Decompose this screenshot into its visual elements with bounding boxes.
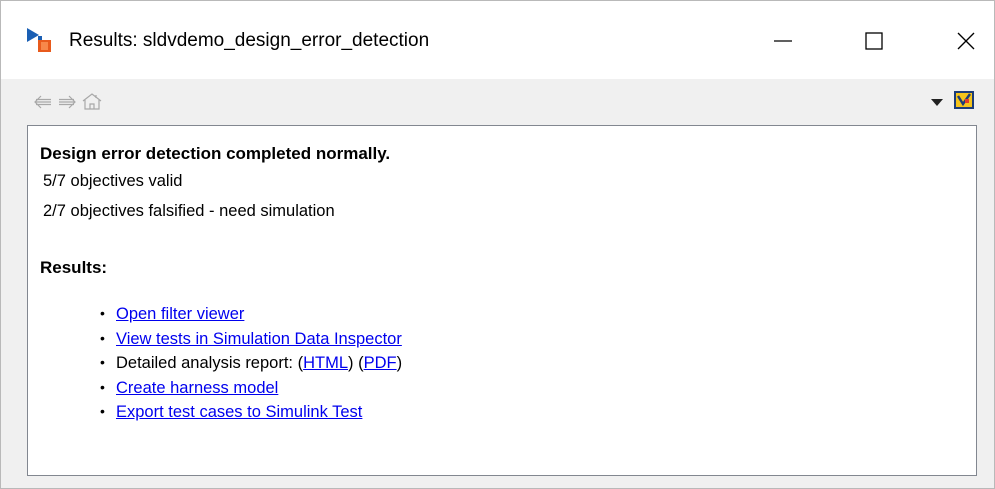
results-window: Results: sldvdemo_design_error_detection	[0, 0, 995, 489]
open-filter-viewer-link[interactable]: Open filter viewer	[116, 305, 244, 323]
bullet: •	[100, 305, 105, 321]
maximize-icon	[865, 32, 883, 50]
report-label: Detailed analysis report: (	[116, 354, 304, 372]
forward-arrow-icon[interactable]	[57, 94, 77, 110]
dropdown-triangle-icon[interactable]	[931, 99, 943, 107]
toolbar	[1, 79, 994, 125]
list-item: • Export test cases to Simulink Test	[100, 400, 402, 425]
results-heading: Results:	[40, 258, 108, 277]
summary-heading: Design error detection completed normall…	[40, 144, 391, 163]
bullet: •	[100, 354, 105, 370]
summary-line-valid: 5/7 objectives valid	[43, 172, 183, 190]
back-arrow-icon[interactable]	[33, 94, 53, 110]
close-icon	[957, 32, 975, 50]
title-bar[interactable]: Results: sldvdemo_design_error_detection	[1, 1, 994, 79]
list-item: • View tests in Simulation Data Inspector	[100, 327, 402, 352]
create-harness-model-link[interactable]: Create harness model	[116, 379, 278, 397]
bullet: •	[100, 378, 105, 395]
bullet: •	[100, 403, 105, 419]
design-verifier-icon[interactable]	[953, 90, 975, 110]
html-report-link[interactable]: HTML	[303, 354, 348, 372]
pdf-report-link[interactable]: PDF	[364, 354, 397, 372]
results-list: • Open filter viewer • View tests in Simul…	[100, 302, 402, 425]
summary-line-falsified: 2/7 objectives falsified - need simulati…	[43, 202, 335, 220]
minimize-icon	[774, 40, 792, 42]
bullet: •	[100, 329, 105, 346]
export-test-cases-link[interactable]: Export test cases to Simulink Test	[116, 403, 362, 421]
list-item: • Detailed analysis report: (HTML) (PDF)	[100, 351, 402, 376]
simulink-app-icon	[27, 28, 51, 52]
list-item: • Open filter viewer	[100, 302, 402, 327]
view-tests-sdi-link[interactable]: View tests in Simulation Data Inspector	[116, 330, 402, 348]
home-icon[interactable]	[81, 92, 103, 110]
results-content-pane: Design error detection completed normall…	[27, 125, 977, 476]
report-separator: ) (	[348, 354, 364, 372]
list-item: • Create harness model	[100, 376, 402, 401]
close-button[interactable]	[936, 19, 995, 63]
report-suffix: )	[396, 354, 403, 372]
minimize-button[interactable]	[753, 19, 813, 63]
maximize-button[interactable]	[844, 19, 904, 63]
window-title: Results: sldvdemo_design_error_detection	[69, 30, 430, 51]
